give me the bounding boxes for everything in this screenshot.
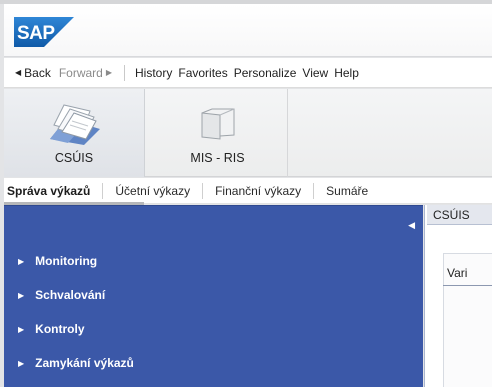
variant-label: Vari bbox=[447, 266, 468, 280]
tab-sumare[interactable]: Sumáře bbox=[314, 183, 380, 199]
workcenter-strip: CSÚIS MIS - RIS bbox=[4, 89, 492, 177]
menu-personalize[interactable]: Personalize bbox=[234, 66, 297, 80]
back-label: Back bbox=[24, 65, 51, 80]
menu-favorites[interactable]: Favorites bbox=[178, 66, 227, 80]
tab-financni-vykazy[interactable]: Finanční výkazy bbox=[203, 182, 315, 199]
workcenter-csuis[interactable]: CSÚIS bbox=[4, 89, 145, 177]
sap-logo: SAP bbox=[14, 17, 74, 47]
menu-history[interactable]: History bbox=[135, 66, 172, 80]
expand-arrow-icon: ▶ bbox=[18, 324, 25, 334]
nav-item-label: Monitoring bbox=[35, 254, 98, 268]
forward-arrow-icon: ▶ bbox=[105, 68, 113, 77]
menu-help[interactable]: Help bbox=[334, 66, 359, 80]
sap-logo-icon: SAP bbox=[14, 17, 74, 47]
expand-arrow-icon: ▶ bbox=[18, 358, 25, 368]
nav-separator bbox=[124, 64, 126, 81]
nav-item-monitoring[interactable]: ▶ Monitoring bbox=[18, 244, 134, 278]
expand-arrow-icon: ▶ bbox=[18, 256, 25, 266]
detail-navigation-tabs: Správa výkazů Účetní výkazy Finanční výk… bbox=[4, 178, 492, 204]
workcenter-mis-ris[interactable]: MIS - RIS bbox=[148, 89, 288, 177]
application-window: SAP ◀ Back Forward ▶ History Favorites P… bbox=[0, 0, 492, 387]
nav-item-schvalovani[interactable]: ▶ Schvalování bbox=[18, 278, 134, 312]
nav-item-kontroly[interactable]: ▶ Kontroly bbox=[18, 312, 134, 346]
back-button[interactable]: ◀ Back bbox=[12, 66, 51, 80]
collapse-panel-icon[interactable]: ◀ bbox=[408, 220, 415, 231]
papers-folder-icon bbox=[44, 99, 104, 150]
content-tab-csuis[interactable]: CSÚIS bbox=[427, 205, 492, 225]
tab-ucetni-vykazy[interactable]: Účetní výkazy bbox=[103, 182, 204, 199]
nav-item-label: Kontroly bbox=[35, 322, 85, 336]
expand-arrow-icon: ▶ bbox=[18, 290, 25, 300]
content-divider bbox=[443, 285, 492, 286]
tab-sprava-vykazu[interactable]: Správa výkazů bbox=[4, 182, 104, 199]
nav-item-zamykani-vykazu[interactable]: ▶ Zamykání výkazů bbox=[18, 346, 134, 380]
svg-text:SAP: SAP bbox=[17, 23, 55, 44]
forward-label: Forward bbox=[58, 65, 103, 80]
nav-item-label: Schvalování bbox=[35, 288, 106, 302]
navigation-bar: ◀ Back Forward ▶ History Favorites Perso… bbox=[4, 58, 492, 88]
nav-item-label: Zamykání výkazů bbox=[35, 356, 134, 370]
forward-button[interactable]: Forward ▶ bbox=[59, 66, 115, 80]
content-area: CSÚIS Vari bbox=[424, 205, 492, 387]
detailed-navigation-panel: ◀ ▶ Monitoring ▶ Schvalování ▶ Kontroly … bbox=[4, 205, 423, 387]
portal-header: SAP bbox=[4, 4, 492, 57]
workcenter-label-csuis: CSÚIS bbox=[54, 151, 94, 165]
navigation-list: ▶ Monitoring ▶ Schvalování ▶ Kontroly ▶ … bbox=[18, 244, 134, 380]
menu-view[interactable]: View bbox=[302, 66, 328, 80]
workcenter-label-mis-ris: MIS - RIS bbox=[190, 151, 245, 165]
back-arrow-icon: ◀ bbox=[15, 68, 22, 77]
folder-icon bbox=[198, 105, 238, 144]
